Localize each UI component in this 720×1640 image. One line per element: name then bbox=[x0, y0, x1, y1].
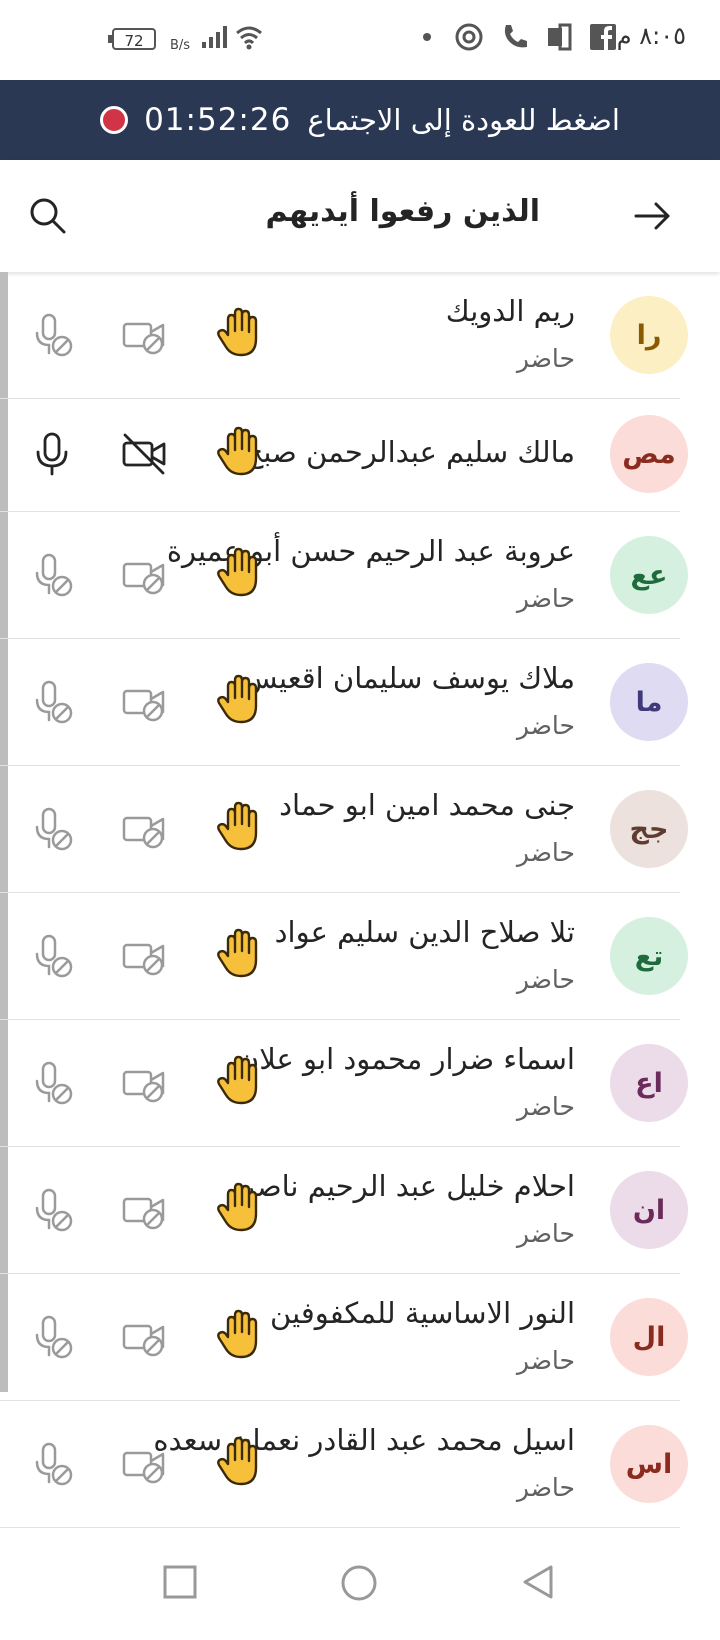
camera-off-icon[interactable] bbox=[120, 1313, 168, 1361]
mic-off-icon[interactable] bbox=[28, 1313, 76, 1361]
mic-icon[interactable] bbox=[28, 430, 76, 478]
status-bar: 72 B/s ٨:٠٥ م bbox=[0, 0, 720, 80]
avatar: تع bbox=[610, 917, 688, 995]
system-nav-bar bbox=[0, 1530, 720, 1640]
search-icon[interactable] bbox=[28, 196, 68, 236]
participant-row[interactable]: ان احلام خليل عبد الرحيم ناصر حاضر bbox=[0, 1147, 720, 1274]
wifi-icon bbox=[236, 26, 262, 50]
participant-name: ريم الدويك bbox=[445, 294, 575, 328]
home-circle-icon[interactable] bbox=[340, 1564, 378, 1602]
participant-row[interactable]: اس اسيل محمد عبد القادر نعمان سعده حاضر bbox=[0, 1401, 720, 1528]
participant-row[interactable]: تع تلا صلاح الدين سليم عواد حاضر bbox=[0, 893, 720, 1020]
camera-off-icon[interactable] bbox=[120, 551, 168, 599]
raised-hand-icon bbox=[212, 926, 266, 980]
participant-name: احلام خليل عبد الرحيم ناصر bbox=[240, 1169, 575, 1203]
camera-off-icon[interactable] bbox=[120, 932, 168, 980]
raised-hand-icon bbox=[212, 672, 266, 726]
participant-name: تلا صلاح الدين سليم عواد bbox=[274, 915, 575, 949]
participant-status: حاضر bbox=[516, 584, 575, 613]
participant-status: حاضر bbox=[516, 1346, 575, 1375]
participant-status: حاضر bbox=[516, 838, 575, 867]
participant-status: حاضر bbox=[516, 1219, 575, 1248]
mic-off-icon[interactable] bbox=[28, 805, 76, 853]
participant-row[interactable]: ما ملاك يوسف سليمان اقعيس حاضر bbox=[0, 639, 720, 766]
mic-off-icon[interactable] bbox=[28, 932, 76, 980]
participant-row[interactable]: ال النور الاساسية للمكفوفين حاضر bbox=[0, 1274, 720, 1401]
raised-hand-icon bbox=[212, 545, 266, 599]
page-header: الذين رفعوا أيديهم bbox=[0, 160, 720, 272]
participant-status: حاضر bbox=[516, 344, 575, 373]
back-arrow-icon[interactable] bbox=[632, 196, 672, 236]
participant-row[interactable]: جج جنى محمد امين ابو حماد حاضر bbox=[0, 766, 720, 893]
phone-icon bbox=[504, 25, 527, 48]
raised-hand-icon bbox=[212, 424, 266, 478]
recents-square-icon[interactable] bbox=[162, 1564, 198, 1600]
return-to-meeting-banner[interactable]: اضغط للعودة إلى الاجتماع 01:52:26 bbox=[0, 80, 720, 160]
participant-row[interactable]: اع اسماء ضرار محمود ابو علان حاضر bbox=[0, 1020, 720, 1147]
camera-off-icon[interactable] bbox=[120, 1440, 168, 1488]
clock: ٨:٠٥ م bbox=[616, 22, 686, 50]
participant-status: حاضر bbox=[516, 1092, 575, 1121]
mic-off-icon[interactable] bbox=[28, 678, 76, 726]
camera-off-icon[interactable] bbox=[120, 678, 168, 726]
camera-off-icon[interactable] bbox=[120, 1059, 168, 1107]
network-speed: B/s bbox=[170, 38, 191, 53]
avatar: جج bbox=[610, 790, 688, 868]
participant-status: حاضر bbox=[516, 711, 575, 740]
notification-dot-icon bbox=[423, 33, 431, 41]
mic-off-icon[interactable] bbox=[28, 1440, 76, 1488]
mic-off-icon[interactable] bbox=[28, 1186, 76, 1234]
recording-dot-icon bbox=[100, 106, 129, 134]
participant-status: حاضر bbox=[516, 965, 575, 994]
avatar: عع bbox=[610, 536, 688, 614]
signal-icon bbox=[202, 26, 227, 48]
raised-hand-icon bbox=[212, 1434, 266, 1488]
avatar: اع bbox=[610, 1044, 688, 1122]
participant-name: مالك سليم عبدالرحمن صبح bbox=[244, 435, 575, 469]
raised-hand-icon bbox=[212, 1307, 266, 1361]
participant-status: حاضر bbox=[516, 1473, 575, 1502]
participant-name: ملاك يوسف سليمان اقعيس bbox=[242, 661, 575, 695]
camera-off-icon[interactable] bbox=[120, 805, 168, 853]
avatar: ما bbox=[610, 663, 688, 741]
participant-name: النور الاساسية للمكفوفين bbox=[270, 1296, 575, 1330]
avatar: ان bbox=[610, 1171, 688, 1249]
mic-off-icon[interactable] bbox=[28, 1059, 76, 1107]
avatar: مص bbox=[610, 415, 688, 493]
meeting-timer: 01:52:26 bbox=[144, 102, 292, 138]
raised-hand-icon bbox=[212, 799, 266, 853]
at-sign-icon bbox=[455, 23, 483, 51]
mic-off-icon[interactable] bbox=[28, 311, 76, 359]
camera-off-icon[interactable] bbox=[120, 1186, 168, 1234]
raised-hand-icon bbox=[212, 1053, 266, 1107]
avatar: اس bbox=[610, 1425, 688, 1503]
participant-row[interactable]: عع عروبة عبد الرحيم حسن أبو عميرة حاضر bbox=[0, 512, 720, 639]
participant-name: جنى محمد امين ابو حماد bbox=[279, 788, 575, 822]
avatar: ال bbox=[610, 1298, 688, 1376]
participant-row[interactable]: را ريم الدويك حاضر bbox=[0, 272, 720, 399]
camera-off-icon[interactable] bbox=[120, 311, 168, 359]
avatar: را bbox=[610, 296, 688, 374]
raised-hands-list: را ريم الدويك حاضر مص مالك سليم عبدالرحم… bbox=[0, 272, 720, 1530]
back-triangle-icon[interactable] bbox=[520, 1564, 556, 1600]
raised-hand-icon bbox=[212, 305, 266, 359]
camera-off-icon[interactable] bbox=[120, 430, 168, 478]
battery-indicator: 72 bbox=[108, 28, 156, 50]
raised-hand-icon bbox=[212, 1180, 266, 1234]
mic-off-icon[interactable] bbox=[28, 551, 76, 599]
participant-row[interactable]: مص مالك سليم عبدالرحمن صبح bbox=[0, 399, 720, 512]
page-title: الذين رفعوا أيديهم bbox=[265, 194, 540, 229]
participant-name: اسماء ضرار محمود ابو علان bbox=[237, 1042, 575, 1076]
banner-label: اضغط للعودة إلى الاجتماع bbox=[307, 103, 620, 137]
facebook-icon bbox=[590, 24, 616, 50]
office-app-icon bbox=[548, 23, 572, 51]
divider bbox=[0, 1527, 680, 1528]
